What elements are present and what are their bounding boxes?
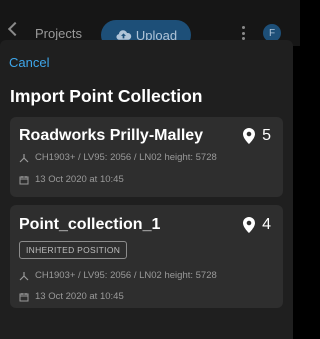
map-pin-icon [243, 217, 256, 233]
crs-text: CH1903+ / LV95: 2056 / LN02 height: 5728 [35, 152, 217, 163]
calendar-icon [19, 292, 29, 301]
date-row: 13 Oct 2020 at 10:45 [19, 291, 124, 302]
collection-card-roadworks[interactable]: Roadworks Prilly-Malley 5 CH1903+ / LV95… [10, 117, 283, 197]
crs-text: CH1903+ / LV95: 2056 / LN02 height: 5728 [35, 270, 217, 281]
coordinate-system-icon [19, 271, 29, 280]
collection-card-point-collection-1[interactable]: Point_collection_1 4 INHERITED POSITION … [10, 205, 283, 308]
inherited-position-badge: INHERITED POSITION [19, 241, 128, 259]
import-sheet: Cancel Import Point Collection Roadworks… [0, 40, 293, 339]
crs-row: CH1903+ / LV95: 2056 / LN02 height: 5728 [19, 270, 217, 281]
page-title: Projects [35, 26, 82, 41]
collection-name: Point_collection_1 [19, 216, 161, 233]
point-count-value: 4 [262, 216, 271, 233]
cancel-button[interactable]: Cancel [9, 55, 49, 70]
collection-name: Roadworks Prilly-Malley [19, 127, 204, 144]
point-count: 4 [243, 216, 271, 234]
date-text: 13 Oct 2020 at 10:45 [35, 291, 124, 302]
point-count: 5 [243, 127, 271, 145]
calendar-icon [19, 175, 29, 184]
map-pin-icon [243, 128, 256, 144]
point-count-value: 5 [262, 127, 271, 144]
date-text: 13 Oct 2020 at 10:45 [35, 174, 124, 185]
date-row: 13 Oct 2020 at 10:45 [19, 174, 124, 185]
back-arrow-icon[interactable] [7, 21, 23, 37]
sheet-title: Import Point Collection [10, 86, 203, 106]
crs-row: CH1903+ / LV95: 2056 / LN02 height: 5728 [19, 152, 217, 163]
coordinate-system-icon [19, 153, 29, 162]
more-options-icon[interactable] [241, 26, 245, 40]
